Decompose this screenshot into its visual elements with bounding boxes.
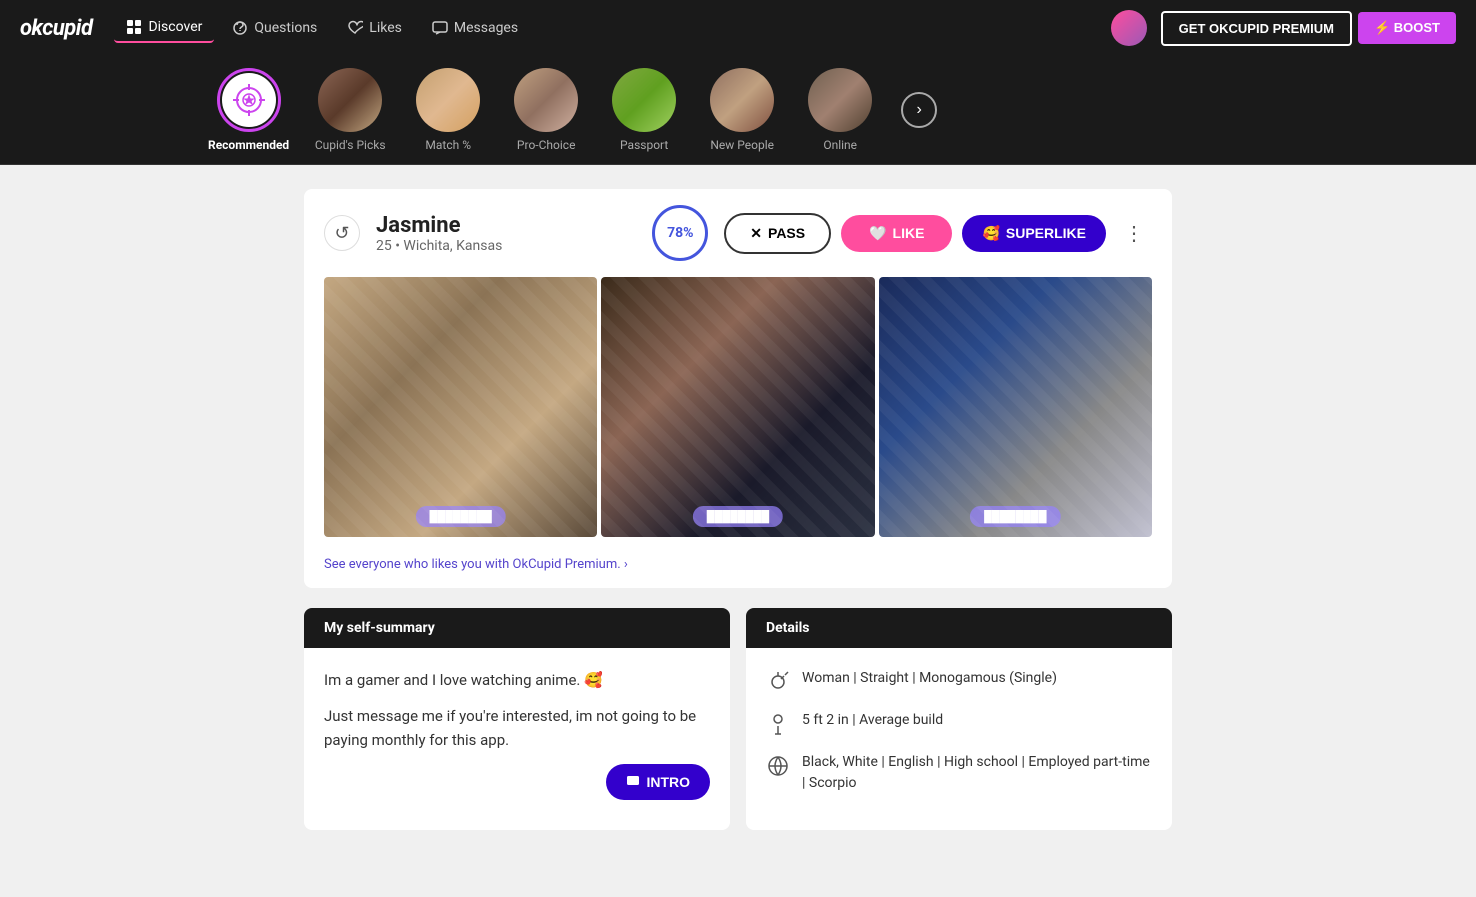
- profile-photo-3[interactable]: ████████: [879, 277, 1152, 537]
- bio-section-header: My self-summary: [304, 608, 730, 648]
- details-section-body: Woman | Straight | Monogamous (Single) 5…: [746, 648, 1172, 830]
- profile-card: ↺ Jasmine 25 • Wichita, Kansas 78% ✕ PAS…: [304, 189, 1172, 588]
- category-recommended-label: Recommended: [208, 138, 289, 152]
- x-icon: ✕: [750, 225, 762, 242]
- category-match-pct[interactable]: Match %: [403, 64, 493, 156]
- profile-header: ↺ Jasmine 25 • Wichita, Kansas 78% ✕ PAS…: [304, 189, 1172, 277]
- main-content: ↺ Jasmine 25 • Wichita, Kansas 78% ✕ PAS…: [288, 189, 1188, 830]
- category-new-people-label: New People: [710, 138, 774, 152]
- category-pro-choice-label: Pro-Choice: [517, 138, 576, 152]
- grid-icon: [126, 19, 142, 35]
- detail-background: Black, White | English | High school | E…: [766, 752, 1152, 794]
- detail-background-text: Black, White | English | High school | E…: [802, 752, 1152, 794]
- recommended-sunburst-icon: [231, 82, 267, 118]
- nav-discover[interactable]: Discover: [114, 13, 214, 43]
- profile-name-section: Jasmine 25 • Wichita, Kansas: [376, 213, 636, 254]
- premium-button[interactable]: GET OKCUPID PREMIUM: [1161, 11, 1352, 46]
- likes-promo-link[interactable]: See everyone who likes you with OkCupid …: [324, 557, 628, 572]
- like-button[interactable]: 🤍 LIKE: [841, 215, 952, 252]
- bio-section-body: Im a gamer and I love watching anime. 🥰 …: [304, 648, 730, 820]
- category-new-people[interactable]: New People: [697, 64, 787, 156]
- superlike-button[interactable]: 🥰 SUPERLIKE: [962, 215, 1106, 252]
- category-online[interactable]: Online: [795, 64, 885, 156]
- boost-button[interactable]: ⚡ BOOST: [1358, 12, 1456, 44]
- details-section: Details Woman | Straight | Monogamous (S…: [746, 608, 1172, 830]
- nav-questions[interactable]: Questions: [220, 14, 329, 42]
- photo-grid: ████████ ████████ ████████: [304, 277, 1172, 553]
- detail-gender-text: Woman | Straight | Monogamous (Single): [802, 668, 1057, 689]
- user-avatar[interactable]: [1111, 10, 1147, 46]
- profile-age-location: 25 • Wichita, Kansas: [376, 238, 636, 254]
- message-icon: [432, 20, 448, 36]
- category-online-label: Online: [823, 138, 857, 152]
- nav-likes[interactable]: Likes: [335, 14, 414, 42]
- bio-details-grid: My self-summary Im a gamer and I love wa…: [304, 608, 1172, 830]
- match-percentage: 78%: [652, 205, 708, 261]
- message-intro-icon: [626, 775, 640, 789]
- height-icon: [766, 712, 790, 736]
- detail-height: 5 ft 2 in | Average build: [766, 710, 1152, 736]
- pass-button[interactable]: ✕ PASS: [724, 213, 831, 254]
- photo-tag-1: ████████: [415, 506, 505, 527]
- profile-name: Jasmine: [376, 213, 636, 238]
- category-pro-choice[interactable]: Pro-Choice: [501, 64, 591, 156]
- profile-photo-2[interactable]: ████████: [601, 277, 874, 537]
- category-strip: Recommended Cupid's Picks Match % Pro-Ch…: [0, 56, 1476, 165]
- category-passport-label: Passport: [620, 138, 668, 152]
- action-buttons: ✕ PASS 🤍 LIKE 🥰 SUPERLIKE ⋮: [724, 213, 1152, 254]
- heart-icon: [347, 20, 363, 36]
- category-passport[interactable]: Passport: [599, 64, 689, 156]
- likes-promo: See everyone who likes you with OkCupid …: [304, 553, 1172, 588]
- app-logo: okcupid: [20, 16, 92, 41]
- gender-icon: [766, 670, 790, 694]
- more-options-button[interactable]: ⋮: [1116, 217, 1152, 250]
- profile-photo-1[interactable]: ████████: [324, 277, 597, 537]
- nav-messages[interactable]: Messages: [420, 14, 530, 42]
- detail-height-text: 5 ft 2 in | Average build: [802, 710, 943, 731]
- bio-text: Im a gamer and I love watching anime. 🥰 …: [324, 668, 710, 752]
- undo-button[interactable]: ↺: [324, 215, 360, 251]
- category-recommended[interactable]: Recommended: [200, 64, 297, 156]
- photo-tag-3: ████████: [970, 506, 1060, 527]
- globe-icon: [766, 754, 790, 778]
- intro-button[interactable]: INTRO: [606, 764, 710, 800]
- category-next-button[interactable]: ›: [901, 92, 937, 128]
- category-cupids-picks-label: Cupid's Picks: [315, 138, 386, 152]
- bio-section: My self-summary Im a gamer and I love wa…: [304, 608, 730, 830]
- question-icon: [232, 20, 248, 36]
- detail-gender: Woman | Straight | Monogamous (Single): [766, 668, 1152, 694]
- top-navigation: okcupid Discover Questions Likes Message…: [0, 0, 1476, 56]
- heart-like-icon: 🤍: [869, 225, 886, 242]
- photo-tag-2: ████████: [693, 506, 783, 527]
- category-cupids-picks[interactable]: Cupid's Picks: [305, 64, 395, 156]
- superlike-icon: 🥰: [982, 225, 999, 242]
- category-match-pct-label: Match %: [425, 138, 471, 152]
- details-section-header: Details: [746, 608, 1172, 648]
